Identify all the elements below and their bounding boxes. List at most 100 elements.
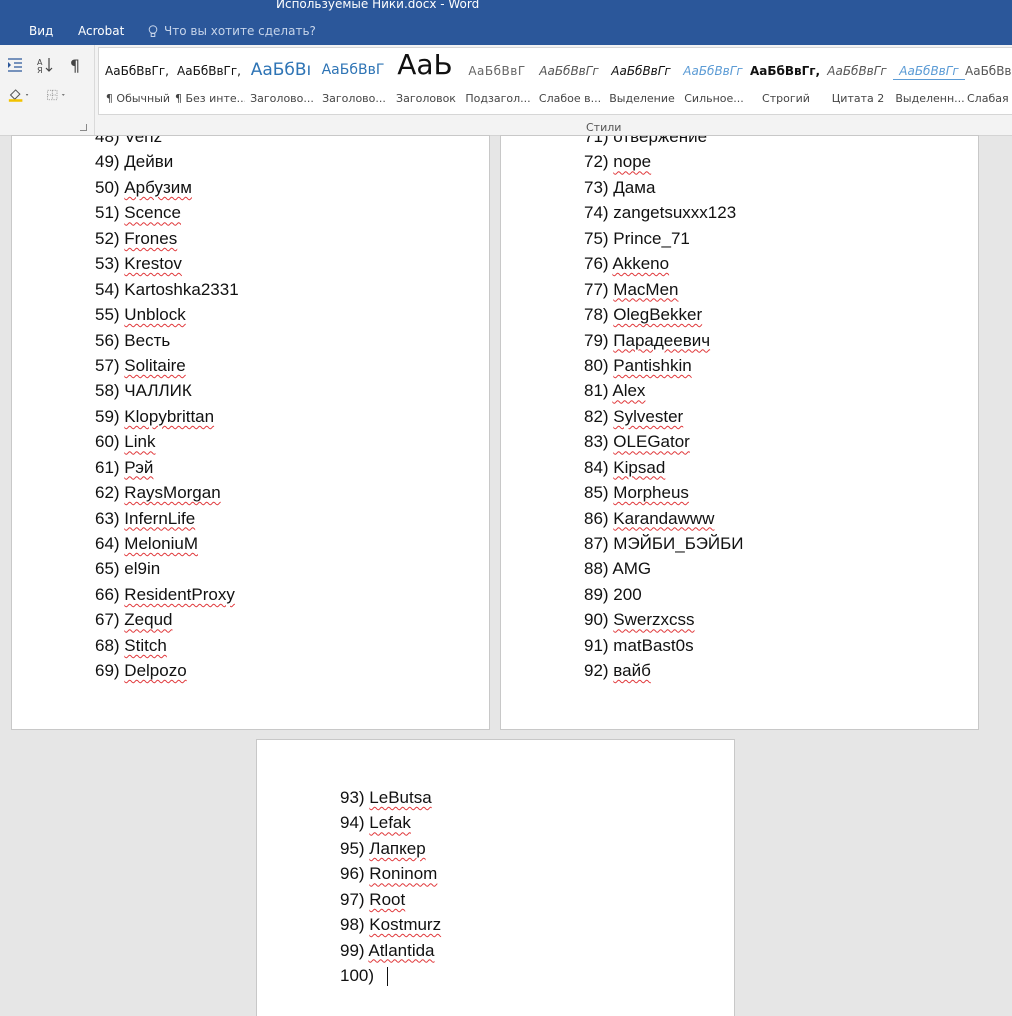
nickname: Krestov [124, 254, 182, 274]
list-number: 77) [584, 279, 614, 299]
nickname: Link [124, 432, 156, 452]
style-sample: АаБбВı [250, 60, 312, 80]
list-item: 74) zangetsuxxx123 [584, 200, 744, 225]
list-item: 83) OLEGator [584, 429, 744, 454]
style-intense-emphasis[interactable]: АаБбВвГг Сильное... [677, 48, 749, 114]
list-number: 87) [584, 534, 614, 553]
style-sample: АаБбВвГг [827, 64, 887, 78]
list-number: 60) [95, 432, 125, 452]
style-caption: Заголово... [250, 92, 314, 105]
style-quote-2[interactable]: АаБбВвГг Цитата 2 [821, 48, 893, 114]
nickname: МЭЙБИ_БЭЙБИ [613, 534, 744, 553]
style-title[interactable]: АаЬ Заголовок [389, 48, 461, 114]
nickname: вайб [613, 661, 651, 681]
list-number: 61) [95, 457, 125, 477]
tab-view[interactable]: Вид [29, 24, 53, 38]
style-sample: АаБбВвГг, [749, 64, 821, 78]
list-item: 78) OlegBekker [584, 302, 744, 327]
tell-me-search[interactable]: Что вы хотите сделать? [148, 24, 316, 38]
style-subtitle[interactable]: АаБбВвГ Подзагол... [461, 48, 533, 114]
dialog-launcher-icon[interactable] [80, 124, 87, 131]
style-sample: АаБбВвГ [468, 64, 526, 78]
nickname: OlegBekker [613, 305, 703, 325]
list-number: 56) [95, 330, 125, 350]
style-heading-2[interactable]: АаБбВвГ Заголово... [317, 48, 389, 114]
nickname: nope [613, 152, 652, 172]
style-subtle-emphasis[interactable]: АаБбВвГг Слабое в... [533, 48, 605, 114]
style-emphasis[interactable]: АаБбВвГг Выделение [605, 48, 677, 114]
nickname: matBast0s [613, 635, 694, 655]
list-number: 79) [584, 330, 614, 350]
nickname: Scence [124, 203, 181, 223]
list-number: 95) [340, 838, 370, 858]
style-heading-1[interactable]: АаБбВı Заголово... [245, 48, 317, 114]
list-number: 90) [584, 610, 614, 630]
pilcrow-icon[interactable]: ¶ [64, 55, 86, 75]
list-item-partial: 71) отвержение [584, 135, 708, 146]
list-item: 89) 200 [584, 582, 744, 607]
list-item: 69) Delpozo [95, 658, 239, 683]
tell-me-placeholder: Что вы хотите сделать? [164, 24, 316, 38]
style-caption: Заголовок [396, 92, 456, 105]
list-item: 76) Akkeno [584, 251, 744, 276]
nickname: Парадеевич [613, 330, 711, 350]
nickname: Alex [612, 381, 646, 401]
list-item: 66) ResidentProxy [95, 582, 239, 607]
page-left[interactable]: 48) Venz 49) Дейви 50) Арбузим 51) Scence 5… [11, 135, 490, 730]
list-number: 57) [95, 355, 125, 375]
list-item: 94) Lefak [340, 810, 441, 835]
list-number: 59) [95, 406, 125, 426]
nickname: Akkeno [612, 254, 670, 274]
list-number: 72) [584, 152, 614, 172]
list-item: 64) MeloniuM [95, 531, 239, 556]
list-number: 55) [95, 305, 125, 325]
style-caption: ¶ Обычный [105, 92, 171, 105]
list-number: 89) [584, 584, 614, 604]
list-number: 88) [584, 559, 613, 579]
style-sample: АаБбВвГг [683, 64, 743, 78]
nickname: RaysMorgan [124, 483, 221, 503]
nickname: Весть [124, 330, 171, 350]
style-intense-quote[interactable]: АаБбВвГг Выделенн... [893, 48, 965, 114]
list-number: 98) [340, 915, 370, 935]
list-number: 96) [340, 864, 370, 884]
lightbulb-icon [148, 24, 158, 37]
page-bottom[interactable]: 93) LeButsa 94) Lefak 95) Лапкер 96) Ronino… [256, 739, 735, 1016]
style-normal[interactable]: АаБбВвГг, ¶ Обычный [101, 48, 173, 114]
nickname: InfernLife [124, 508, 196, 528]
nickname: Дейви [124, 152, 174, 172]
style-no-spacing[interactable]: АаБбВвГг, ¶ Без инте... [173, 48, 245, 114]
shading-icon[interactable] [8, 85, 30, 105]
nick-list-left: 48) Venz 49) Дейви 50) Арбузим 51) Scence 5… [95, 136, 239, 684]
list-number: 73) [584, 177, 614, 197]
list-number: 62) [95, 483, 125, 503]
list-item: 68) Stitch [95, 633, 239, 658]
list-item: 75) Prince_71 [584, 226, 744, 251]
style-caption: Слабое в... [538, 92, 602, 105]
style-subtle-reference[interactable]: АаБбВв Слабая с [965, 48, 1012, 114]
list-number: 100) [340, 966, 379, 986]
nickname: MeloniuM [124, 534, 198, 553]
page-right[interactable]: 71) отвержение 72) nope 73) Дама 74) zange… [500, 135, 979, 730]
list-number: 91) [584, 635, 614, 655]
list-item: 98) Kostmurz [340, 912, 441, 937]
nickname: Sylvester [613, 406, 684, 426]
list-item: 67) Zequd [95, 607, 239, 632]
sort-icon[interactable]: АЯ [34, 55, 56, 75]
nickname: AMG [612, 559, 652, 579]
style-caption: Слабая с [967, 92, 1012, 105]
style-strong[interactable]: АаБбВвГг, Строгий [749, 48, 821, 114]
list-number: 53) [95, 254, 125, 274]
list-item: 50) Арбузим [95, 175, 239, 200]
tab-acrobat[interactable]: Acrobat [78, 24, 124, 38]
list-item: 77) MacMen [584, 277, 744, 302]
list-number: 50) [95, 177, 125, 197]
nickname: Klopybrittan [124, 406, 215, 426]
list-number: 83) [584, 432, 614, 452]
indent-icon[interactable] [4, 55, 26, 75]
borders-icon[interactable] [46, 85, 68, 105]
list-item: 91) matBast0s [584, 633, 744, 658]
list-item: 51) Scence [95, 200, 239, 225]
style-caption: Выделение [609, 92, 675, 105]
list-item: 81) Alex [584, 378, 744, 403]
